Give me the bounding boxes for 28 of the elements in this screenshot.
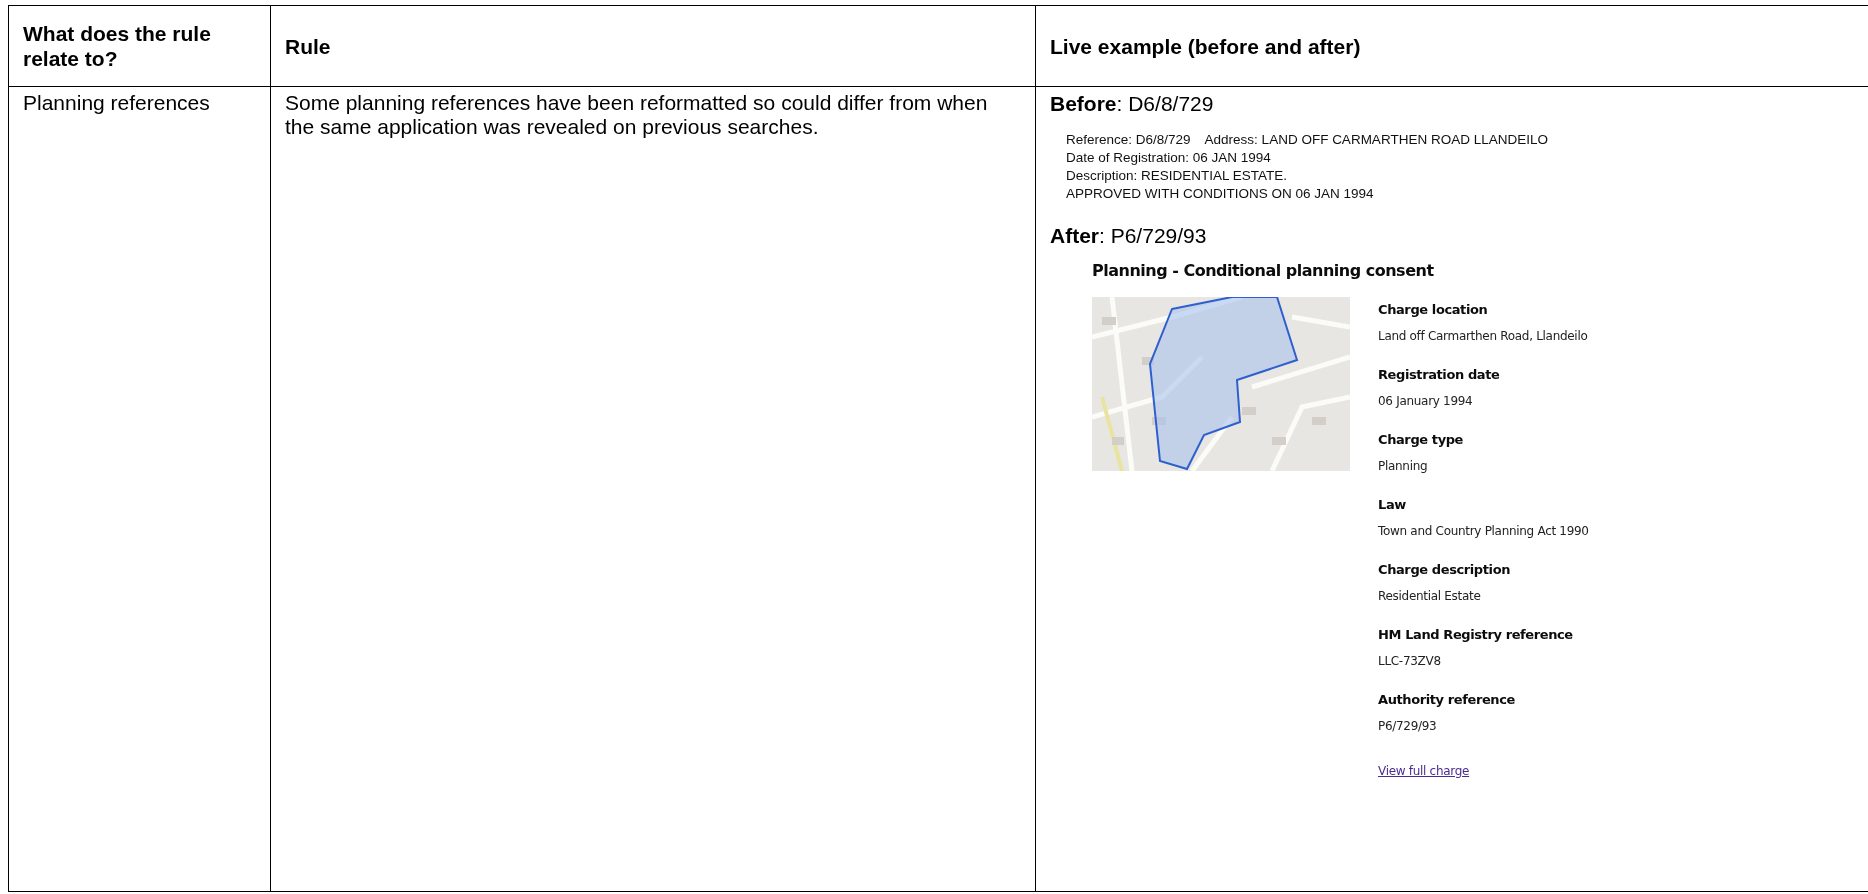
field-value: Residential Estate <box>1378 588 1481 605</box>
column-header: What does the rule relate to? <box>8 5 271 87</box>
charge-title: Planning - Conditional planning consent <box>1092 260 1434 282</box>
rule-text: Some planning references have been reformatted so could differ from when the same application was revealed on previous searches. <box>285 91 988 138</box>
record-text: Reference: D6/8/729 <box>1066 131 1191 149</box>
field-value: P6/729/93 <box>1378 718 1437 735</box>
before-heading: Before: D6/8/729 <box>1050 91 1214 117</box>
field-value: LLC-73ZV8 <box>1378 653 1441 670</box>
after-heading: After: P6/729/93 <box>1050 223 1207 249</box>
field-value: Town and Country Planning Act 1990 <box>1378 523 1589 540</box>
view-charge-link[interactable]: View full charge <box>1378 759 1589 783</box>
record-text: Description: RESIDENTIAL ESTATE. <box>1066 167 1288 185</box>
field-value: Planning <box>1378 458 1428 475</box>
field-label: Charge location <box>1378 301 1488 319</box>
record-text: Address: LAND OFF CARMARTHEN ROAD LLANDEILO <box>1204 131 1548 149</box>
field-label: Charge description <box>1378 561 1511 579</box>
field-label: HM Land Registry reference <box>1378 626 1573 644</box>
field-label: Charge type <box>1378 431 1464 449</box>
record-text: APPROVED WITH CONDITIONS ON 06 JAN 1994 <box>1066 185 1374 203</box>
field-label: Authority reference <box>1378 691 1515 709</box>
column-header: Live example (before and after) <box>1035 5 1868 87</box>
record-text: Date of Registration: 06 JAN 1994 <box>1066 149 1271 167</box>
column-header: Rule <box>270 5 1036 87</box>
field-label: Registration date <box>1378 366 1500 384</box>
field-label: Law <box>1378 496 1406 514</box>
field-value: 06 January 1994 <box>1378 393 1473 410</box>
subject-text: Planning references <box>23 91 210 114</box>
field-value: Land off Carmarthen Road, Llandeilo <box>1378 328 1588 345</box>
